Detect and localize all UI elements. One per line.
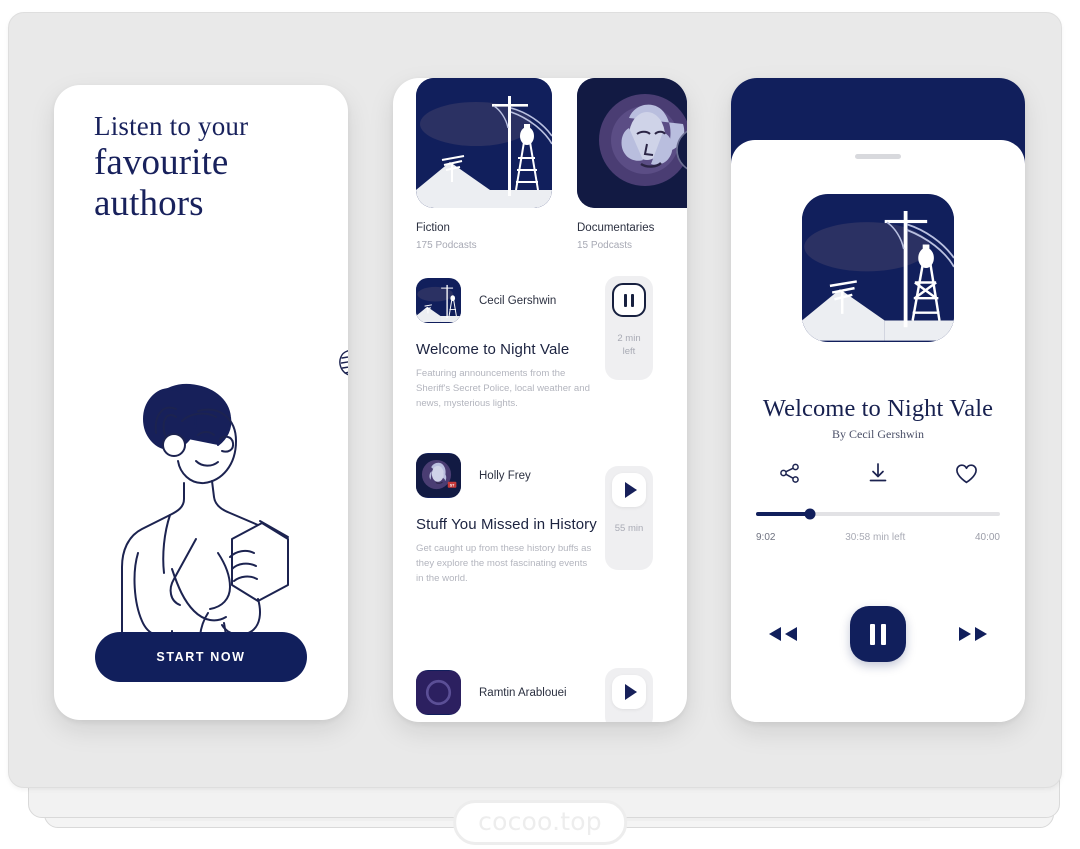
player-time-row: 9:02 30:58 min left 40:00 (756, 532, 1000, 543)
time-left-label: 55 min (615, 523, 644, 536)
fast-forward-icon (959, 627, 987, 641)
category-card-documentaries[interactable]: ST Documentaries 15 Podcasts (577, 78, 687, 251)
seek-progress-fill (756, 512, 810, 516)
player-screen: Welcome to Night Vale By Cecil Gershwin (731, 78, 1025, 722)
category-name: Fiction (416, 222, 450, 234)
podcast-cover (416, 278, 461, 323)
player-transport-controls (731, 606, 1025, 662)
category-card-fiction[interactable]: Fiction 175 Podcasts (416, 78, 552, 251)
favourite-button[interactable] (953, 460, 979, 486)
time-elapsed: 9:02 (756, 532, 776, 543)
podcast-cover: ST (416, 453, 461, 498)
headline-line-1: Listen to your (94, 111, 249, 141)
presentation-stage: cocoo.top Listen to your favourite autho… (0, 0, 1080, 849)
category-name: Documentaries (577, 222, 655, 234)
svg-text:ST: ST (450, 483, 455, 487)
player-action-row (731, 460, 1025, 486)
category-row: Fiction 175 Podcasts Documentaries 15 Po… (416, 78, 687, 251)
seek-handle[interactable] (804, 508, 816, 520)
portrait-art-icon: ST (577, 78, 687, 208)
podcast-author: Holly Frey (479, 469, 531, 482)
podcast-description: Featuring announcements from the Sheriff… (416, 368, 590, 409)
podcast-author: Cecil Gershwin (479, 294, 557, 307)
category-artwork (416, 78, 552, 208)
album-artwork (802, 194, 954, 342)
podcast-author: Ramtin Arablouei (479, 686, 567, 699)
play-track-button[interactable]: 55 min (605, 466, 653, 570)
time-left-line-1: 55 min (614, 523, 644, 534)
play-icon (612, 675, 646, 709)
fast-forward-button[interactable] (956, 625, 990, 643)
time-left-line-1: 2 min (617, 333, 641, 344)
browse-scroll-area[interactable]: Fiction 175 Podcasts Documentaries 15 Po… (393, 78, 687, 722)
seek-track (756, 508, 1000, 520)
play-pause-button[interactable] (850, 606, 906, 662)
hero-illustration (121, 383, 289, 660)
pause-track-button[interactable]: 2 min left (605, 276, 653, 380)
sheet-drag-handle[interactable] (855, 154, 901, 159)
watermark: cocoo.top (453, 800, 627, 845)
download-button[interactable] (865, 460, 891, 486)
time-remaining: 30:58 min left (845, 532, 906, 543)
night-vale-art-icon (802, 195, 954, 341)
play-track-button[interactable] (605, 668, 653, 722)
player-sheet: Welcome to Night Vale By Cecil Gershwin (731, 140, 1025, 722)
time-total: 40:00 (974, 532, 1000, 543)
category-count: 175 Podcasts (416, 240, 477, 251)
page-title: Listen to your favourite authors (94, 111, 324, 224)
download-icon (869, 463, 887, 482)
category-artwork: ST (577, 78, 687, 208)
podcast-description: Get caught up from these history buffs a… (416, 543, 592, 584)
browse-screen: Fiction 175 Podcasts Documentaries 15 Po… (393, 78, 687, 722)
pause-bar-right (881, 623, 886, 645)
category-count: 15 Podcasts (577, 240, 633, 251)
portrait-art-icon: ST (416, 453, 461, 498)
night-vale-art-icon (416, 278, 461, 323)
heart-icon (955, 463, 977, 483)
share-button[interactable] (777, 460, 803, 486)
onboarding-screen: Listen to your favourite authors START N… (54, 85, 348, 720)
play-icon (612, 473, 646, 507)
time-left-label: 2 min left (617, 333, 640, 359)
pause-icon (612, 283, 646, 317)
player-track-title: Welcome to Night Vale (762, 395, 994, 422)
headline-line-3: authors (94, 183, 204, 224)
start-now-button[interactable]: START NOW (95, 632, 307, 682)
player-track-author: By Cecil Gershwin (832, 427, 924, 441)
purple-ring-art-icon (416, 670, 461, 715)
night-vale-art-icon (416, 78, 552, 208)
rewind-icon (769, 627, 797, 641)
podcast-cover (416, 670, 461, 715)
pause-bar-left (870, 623, 875, 645)
rewind-button[interactable] (766, 625, 800, 643)
headline-line-2: favourite (94, 142, 229, 183)
seek-slider[interactable] (756, 508, 1000, 520)
time-left-line-2: left (622, 345, 636, 357)
share-icon (780, 463, 799, 483)
